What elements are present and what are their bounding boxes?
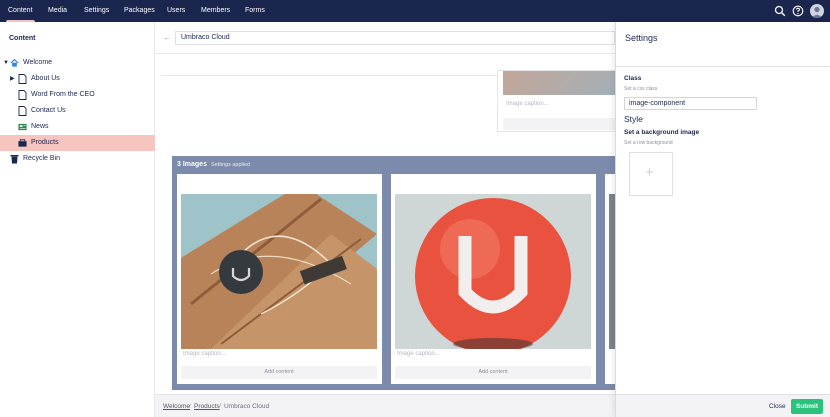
settings-panel-footer: Close Submit [616, 394, 830, 417]
tree-label: About Us [31, 75, 60, 82]
background-image-description: Set a row background [624, 140, 673, 146]
class-input[interactable]: image-component [624, 97, 757, 110]
breadcrumb-item-current: Umbraco Cloud [224, 403, 270, 410]
grid-canvas: Image caption... 3 Images Settings applie… [155, 54, 615, 394]
close-button[interactable]: Close [769, 403, 786, 410]
grid-cell[interactable]: Image caption... Add content [177, 174, 382, 384]
add-content-button[interactable]: Add content [395, 366, 591, 379]
breadcrumb-item-welcome[interactable]: Welcome [163, 403, 190, 410]
tree-label: Contact Us [31, 107, 66, 114]
home-icon [10, 58, 19, 67]
settings-panel: Settings Class Set a css class image-com… [615, 22, 830, 417]
grid-cell[interactable]: Image caption... Add content [391, 174, 596, 384]
nav-media[interactable]: Media [48, 0, 67, 22]
tree-header: Content [9, 35, 36, 42]
class-label: Class [624, 75, 642, 82]
image-caption[interactable]: Image caption... [506, 101, 549, 107]
news-icon [18, 123, 27, 131]
image-caption[interactable]: Image caption... [397, 351, 440, 357]
nav-packages[interactable]: Packages [124, 0, 155, 22]
background-image-picker[interactable]: + [629, 152, 673, 196]
background-image-label: Set a background image [624, 129, 700, 136]
document-icon [18, 74, 27, 84]
tree-item-welcome[interactable]: ▼ Welcome [0, 55, 155, 71]
image-caption[interactable]: Image caption... [183, 351, 226, 357]
settings-panel-title: Settings [625, 33, 658, 43]
breadcrumb-separator: / [219, 403, 221, 410]
breadcrumb-separator: / [189, 403, 191, 410]
nav-content[interactable]: Content [6, 0, 35, 22]
cell-image-wood-tag[interactable] [181, 194, 377, 349]
products-icon [18, 139, 27, 147]
search-icon[interactable] [774, 5, 786, 17]
tree-label: Word From the CEO [31, 91, 95, 98]
editor-header: ← Umbraco Cloud [155, 22, 615, 54]
nav-forms[interactable]: Forms [245, 0, 265, 22]
top-navigation: Content Media Settings Packages Users Me… [0, 0, 830, 22]
grid-cell[interactable] [605, 174, 615, 384]
row-title-text: 3 Images [177, 161, 207, 168]
add-content-button[interactable]: Add content [181, 366, 377, 379]
settings-panel-header: Settings [616, 22, 830, 67]
tree-item-news[interactable]: News [0, 119, 155, 135]
cell-image-orange-ball[interactable] [395, 194, 591, 349]
document-icon [18, 106, 27, 116]
settings-applied-label: Settings applied [210, 162, 251, 168]
nav-settings[interactable]: Settings [84, 0, 109, 22]
tree-label: News [31, 123, 49, 130]
nav-users[interactable]: Users [167, 0, 185, 22]
add-content-button[interactable] [503, 118, 615, 130]
plus-icon: + [645, 164, 654, 181]
trash-icon [10, 155, 19, 164]
caret-right-icon[interactable]: ▶ [10, 71, 15, 87]
tree-label: Products [31, 139, 59, 146]
help-icon[interactable] [792, 5, 804, 17]
tree-item-about-us[interactable]: ▶ About Us [0, 71, 155, 87]
style-heading: Style [624, 114, 643, 124]
tree-item-products[interactable]: Products [0, 135, 155, 151]
avatar[interactable] [810, 4, 824, 18]
node-name-input[interactable]: Umbraco Cloud [175, 31, 615, 45]
previous-image-cell: Image caption... [497, 70, 615, 132]
document-icon [18, 90, 27, 100]
breadcrumb: Welcome / Products / Umbraco Cloud [155, 394, 615, 417]
row-title: 3 Images Settings applied [177, 161, 250, 168]
tree-item-contact-us[interactable]: Contact Us [0, 103, 155, 119]
tree-label: Welcome [23, 59, 53, 66]
previous-image[interactable] [503, 71, 615, 95]
breadcrumb-item-products[interactable]: Products [194, 403, 220, 410]
class-description: Set a css class [624, 86, 658, 92]
tree-item-recycle-bin[interactable]: Recycle Bin [0, 151, 155, 167]
nav-members[interactable]: Members [201, 0, 230, 22]
tree-item-word-from-the-ceo[interactable]: Word From the CEO [0, 87, 155, 103]
editor: ← Umbraco Cloud Image caption... 3 Image… [155, 22, 615, 417]
grid-row[interactable]: 3 Images Settings applied Image caption.… [172, 156, 615, 390]
tree-label: Recycle Bin [23, 155, 60, 162]
back-arrow-icon[interactable]: ← [163, 33, 171, 42]
caret-down-icon[interactable]: ▼ [3, 55, 9, 71]
content-tree: Content ▼ Welcome ▶ About Us Word From t… [0, 22, 155, 417]
submit-button[interactable]: Submit [791, 399, 823, 414]
